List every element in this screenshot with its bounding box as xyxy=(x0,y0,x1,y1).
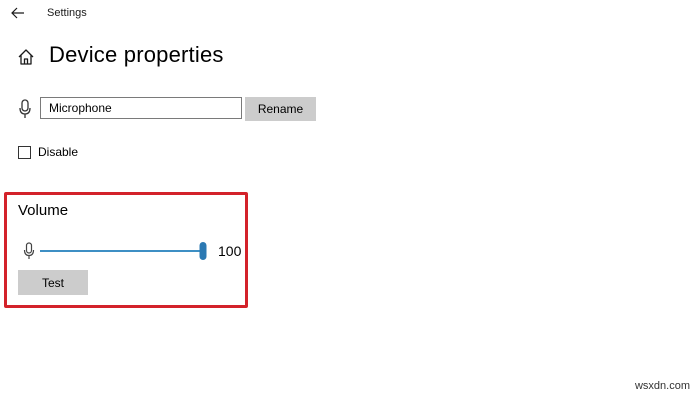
volume-title: Volume xyxy=(18,202,69,219)
settings-window: Settings Device properties Rename Disabl… xyxy=(0,0,700,400)
app-title: Settings xyxy=(47,7,87,19)
back-button[interactable] xyxy=(8,4,28,22)
volume-slider-thumb[interactable] xyxy=(199,242,207,260)
disable-checkbox[interactable] xyxy=(18,145,31,159)
disable-label: Disable xyxy=(38,145,79,159)
disable-option[interactable]: Disable xyxy=(18,145,78,159)
microphone-icon xyxy=(23,242,35,259)
volume-value: 100 xyxy=(218,243,242,259)
microphone-icon xyxy=(19,99,31,118)
test-button[interactable]: Test xyxy=(18,270,88,295)
volume-slider[interactable] xyxy=(40,240,210,262)
volume-slider-track[interactable] xyxy=(40,250,203,252)
watermark-text: wsxdn.com xyxy=(634,380,690,392)
rename-button[interactable]: Rename xyxy=(245,97,316,121)
page-title: Device properties xyxy=(49,42,224,67)
device-name-input[interactable] xyxy=(40,97,242,119)
back-arrow-icon xyxy=(11,7,24,19)
home-icon[interactable] xyxy=(17,48,35,66)
